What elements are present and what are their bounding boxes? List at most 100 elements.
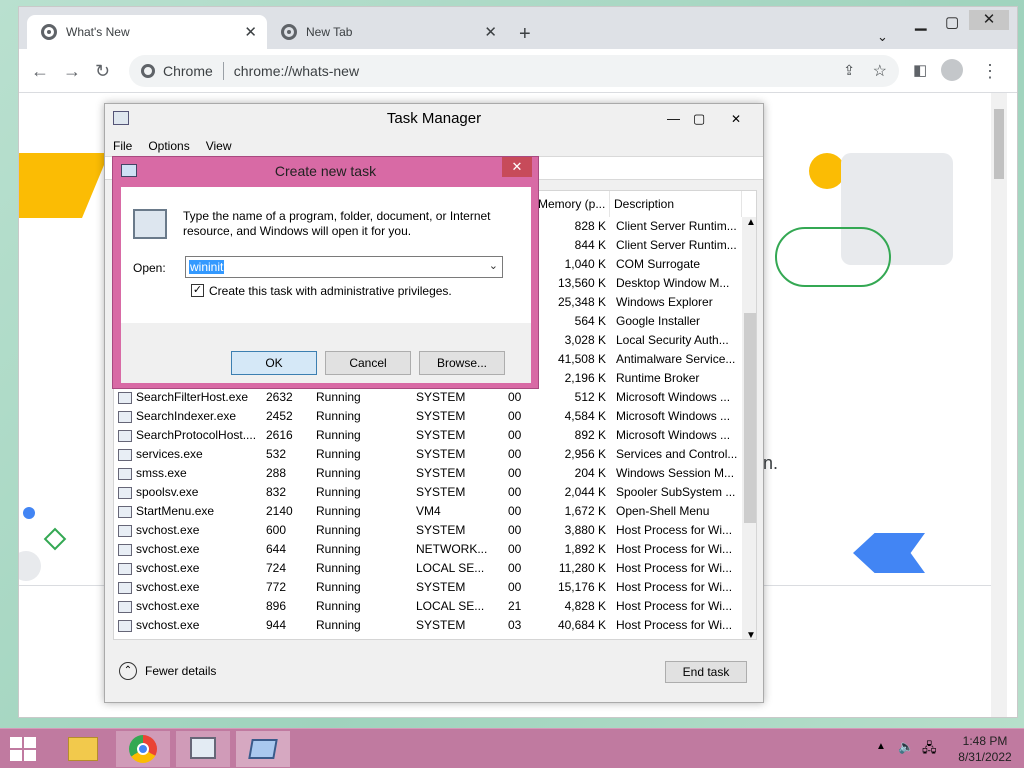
decor-yellow-dot [809,153,845,189]
tm-minimize-icon[interactable]: — [667,104,680,134]
chrome-taskbar-icon[interactable] [116,731,170,767]
cell-description: Desktop Window M... [616,276,730,290]
close-tab-icon[interactable]: ✕ [244,23,257,41]
cell-name: svchost.exe [136,561,200,575]
run-program-icon [133,209,167,239]
menu-dots-icon[interactable]: ⋮ [981,61,999,82]
file-explorer-taskbar-icon[interactable] [56,731,110,767]
table-row[interactable]: smss.exe 288 Running SYSTEM 00 204 K Windows S… [114,464,742,483]
tab-search-icon[interactable]: ⌄ [877,29,888,45]
column-header-description[interactable]: Description [610,191,742,217]
table-row[interactable]: svchost.exe 896 Running LOCAL SE... 21 4,828 … [114,597,742,616]
cell-user: SYSTEM [416,409,466,423]
table-row[interactable]: svchost.exe 644 Running NETWORK... 00 1,892 K… [114,540,742,559]
table-row[interactable]: StartMenu.exe 2140 Running VM4 00 1,672 K Open… [114,502,742,521]
close-tab-icon[interactable]: ✕ [484,23,497,41]
cell-memory: 15,176 K [557,580,606,594]
table-row[interactable]: SearchProtocolHost.... 2616 Running SYSTEM 0… [114,426,742,445]
cell-memory: 564 K [574,314,606,328]
dialog-close-icon[interactable]: ✕ [502,157,532,177]
admin-privileges-label[interactable]: Create this task with administrative pri… [209,284,452,298]
reload-icon[interactable]: ↻ [95,61,110,82]
browse-button[interactable]: Browse... [419,351,505,375]
open-label: Open: [133,261,166,275]
cancel-button[interactable]: Cancel [325,351,411,375]
admin-privileges-checkbox[interactable]: ✓ [191,284,204,297]
page-scrollbar[interactable] [991,93,1007,717]
table-row[interactable]: SearchIndexer.exe 2452 Running SYSTEM 00 4,58… [114,407,742,426]
tab-new-tab[interactable]: New Tab ✕ [267,15,507,49]
cell-memory: 41,508 K [557,352,606,366]
start-button-icon[interactable] [10,737,36,761]
cell-name: svchost.exe [136,635,262,639]
table-row[interactable]: svchost.exe 600 Running SYSTEM 00 3,880 K Host… [114,521,742,540]
cell-user: SYSTEM [416,523,466,537]
table-row[interactable]: spoolsv.exe 832 Running SYSTEM 00 2,044 K Spoo… [114,483,742,502]
process-icon [118,601,132,613]
task-manager-menubar: File Options View [105,136,240,156]
cell-description: Host Process for Wi... [616,580,733,594]
run-dialog-taskbar-icon[interactable] [236,731,290,767]
omnibox-site: Chrome [163,63,213,79]
new-tab-button[interactable]: + [519,23,531,46]
tab-whats-new[interactable]: What's New ✕ [27,15,267,49]
table-row[interactable]: SearchFilterHost.exe 2632 Running SYSTEM 00 5… [114,388,742,407]
table-row[interactable]: svchost.exe 944 Running SYSTEM 03 40,684 K Hos… [114,616,742,635]
cell-description: Host Process for Wi... [616,542,733,556]
cell-description: Client Server Runtim... [616,238,737,252]
process-list-scrollbar[interactable]: ▲ ▼ [742,217,756,639]
dialog-body: Type the name of a program, folder, docu… [121,187,531,383]
end-task-button[interactable]: End task [665,661,747,683]
process-list-scroll-thumb[interactable] [744,313,756,523]
table-row[interactable]: svchost.exe 724 Running LOCAL SE... 00 11,280… [114,559,742,578]
process-icon [118,582,132,594]
cell-cpu: 00 [508,523,522,537]
share-icon[interactable]: ⇪ [843,62,855,79]
open-combobox[interactable]: wininit ⌄ [185,256,503,278]
network-icon[interactable]: 🖧 [922,739,937,761]
cell-pid: 772 [266,580,287,594]
process-icon [118,487,132,499]
fewer-details-link[interactable]: ⌃ Fewer details [119,662,216,680]
menu-file[interactable]: File [105,136,140,156]
minimize-icon[interactable]: ▁ [915,13,927,31]
clock-time: 1:48 PM [962,734,1008,748]
scroll-up-icon[interactable]: ▲ [746,217,756,228]
table-row[interactable]: svchost.exe 268 Running NETWORK... 004,712 K… [114,635,742,639]
omnibox-url[interactable]: chrome://whats-new [234,63,359,79]
menu-view[interactable]: View [198,136,240,156]
cell-memory: 13,560 K [557,276,606,290]
open-input-value[interactable]: wininit [189,260,225,274]
omnibox[interactable]: Chrome chrome://whats-new ⇪ ☆ [129,55,899,87]
tm-maximize-icon[interactable]: ▢ [693,104,705,134]
column-header-memory[interactable]: Memory (p... [534,191,610,217]
decor-green-diamond [43,527,67,551]
task-manager-title: Task Manager [386,110,482,127]
tm-close-icon[interactable]: ✕ [717,110,755,128]
process-icon [118,468,132,480]
page-scroll-thumb[interactable] [994,109,1004,179]
menu-options[interactable]: Options [140,136,197,156]
table-row[interactable]: svchost.exe 772 Running SYSTEM 00 15,176 K Hos… [114,578,742,597]
show-hidden-icons-icon[interactable]: ▲ [876,741,886,752]
task-manager-taskbar-icon[interactable] [176,731,230,767]
profile-avatar-icon[interactable] [941,59,963,81]
chevron-down-icon[interactable]: ⌄ [489,259,498,272]
ok-button[interactable]: OK [231,351,317,375]
cell-description: Client Server Runtim... [616,219,737,233]
taskbar-clock[interactable]: 1:48 PM 8/31/2022 [950,733,1020,765]
side-panel-icon[interactable]: ◧ [913,61,927,79]
cell-user: NETWORK... [416,542,488,556]
maximize-icon[interactable]: ▢ [945,13,959,31]
forward-icon[interactable]: → [63,61,81,82]
cell-memory: 204 K [574,466,606,480]
scroll-down-icon[interactable]: ▼ [746,630,756,639]
cell-memory: 1,672 K [564,504,606,518]
bookmark-star-icon[interactable]: ☆ [873,61,887,81]
close-window-icon[interactable]: ✕ [969,10,1009,30]
volume-muted-icon[interactable]: 🔈 [898,739,914,755]
task-manager-titlebar[interactable]: Task Manager — ▢ ✕ [105,104,763,134]
table-row[interactable]: services.exe 532 Running SYSTEM 00 2,956 K Ser… [114,445,742,464]
create-new-task-dialog: Create new task ✕ Type the name of a pro… [112,156,539,389]
back-icon[interactable]: ← [31,61,49,82]
